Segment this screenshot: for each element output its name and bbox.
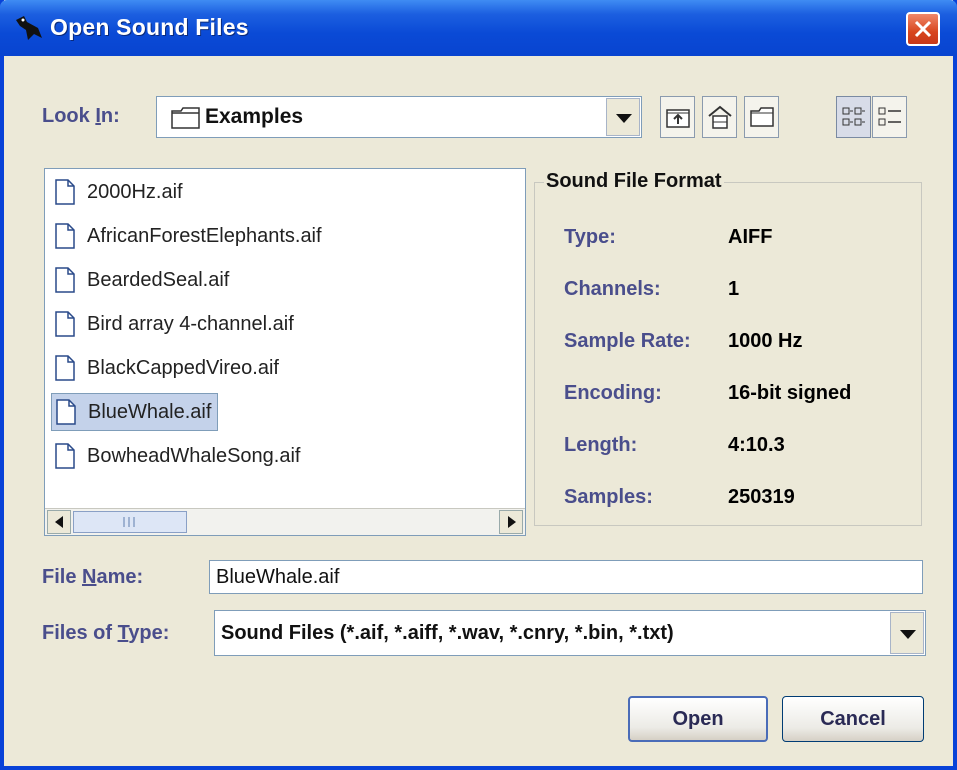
sound-file-format-title: Sound File Format — [544, 170, 724, 193]
look-in-value: Examples — [205, 105, 304, 128]
list-item[interactable]: AfricanForestElephants.aif — [51, 217, 328, 255]
grip-icon — [123, 517, 135, 527]
file-icon — [55, 311, 75, 337]
list-item[interactable]: BlackCappedVireo.aif — [51, 349, 285, 387]
close-icon — [914, 20, 932, 38]
list-item[interactable]: BeardedSeal.aif — [51, 261, 235, 299]
file-name: BowheadWhaleSong.aif — [87, 444, 301, 467]
folder-up-icon — [666, 109, 690, 128]
list-item[interactable]: BlueWhale.aif — [51, 393, 219, 431]
file-list[interactable]: 2000Hz.aif AfricanForestElephants.aif Bear… — [44, 168, 526, 536]
file-name: BeardedSeal.aif — [87, 268, 230, 291]
list-view-icon — [842, 107, 865, 126]
open-sound-files-dialog: Open Sound Files Look In: Examples 2000H… — [0, 0, 957, 770]
format-key: Encoding: — [564, 382, 662, 404]
scroll-left-button[interactable] — [47, 510, 71, 534]
format-key: Length: — [564, 434, 638, 456]
new-folder-button[interactable] — [744, 96, 779, 138]
file-name: AfricanForestElephants.aif — [87, 224, 322, 247]
file-icon — [55, 223, 75, 249]
file-icon — [55, 355, 75, 381]
file-name: BlueWhale.aif — [88, 400, 212, 423]
scroll-right-button[interactable] — [499, 510, 523, 534]
format-value: 1 — [728, 278, 740, 300]
format-value: AIFF — [728, 226, 773, 248]
files-of-type-value: Sound Files (*.aif, *.aiff, *.wav, *.cnr… — [221, 622, 674, 644]
cancel-button[interactable]: Cancel — [782, 696, 924, 742]
home-icon — [708, 105, 732, 129]
scroll-thumb[interactable] — [73, 511, 187, 533]
chevron-down-icon — [900, 630, 916, 639]
details-view-button[interactable] — [872, 96, 907, 138]
format-key: Channels: — [564, 278, 661, 300]
app-bird-icon — [16, 16, 42, 40]
look-in-dropdown-button[interactable] — [606, 98, 640, 136]
file-name-label: File Name: — [42, 566, 144, 588]
format-value: 16-bit signed — [728, 382, 852, 404]
chevron-down-icon — [616, 114, 632, 123]
home-button[interactable] — [702, 96, 737, 138]
title-bar[interactable]: Open Sound Files — [0, 0, 957, 56]
files-of-type-combo[interactable]: Sound Files (*.aif, *.aiff, *.wav, *.cnr… — [214, 610, 926, 656]
file-icon — [55, 267, 75, 293]
format-key: Type: — [564, 226, 616, 248]
file-icon — [56, 399, 76, 425]
look-in-combo[interactable]: Examples — [156, 96, 642, 138]
close-button[interactable] — [906, 12, 940, 46]
horizontal-scrollbar[interactable] — [45, 508, 525, 535]
list-item[interactable]: Bird array 4-channel.aif — [51, 305, 300, 343]
format-value: 1000 Hz — [728, 330, 803, 352]
up-one-level-button[interactable] — [660, 96, 695, 138]
file-icon — [55, 179, 75, 205]
format-value: 250319 — [728, 486, 795, 508]
details-view-icon — [878, 107, 901, 126]
window-title: Open Sound Files — [50, 14, 249, 40]
file-name-input[interactable] — [209, 560, 923, 594]
open-button[interactable]: Open — [628, 696, 768, 742]
list-view-button[interactable] — [836, 96, 871, 138]
new-folder-icon — [750, 107, 774, 127]
list-item[interactable]: BowheadWhaleSong.aif — [51, 437, 306, 475]
format-key: Sample Rate: — [564, 330, 691, 352]
list-item[interactable]: 2000Hz.aif — [51, 173, 189, 211]
format-value: 4:10.3 — [728, 434, 785, 456]
file-name: 2000Hz.aif — [87, 180, 183, 203]
arrow-left-icon — [55, 516, 63, 528]
files-of-type-label: Files of Type: — [42, 622, 170, 644]
format-key: Samples: — [564, 486, 653, 508]
folder-icon — [171, 107, 200, 129]
files-of-type-dropdown-button[interactable] — [890, 612, 924, 654]
look-in-label: Look In: — [42, 105, 120, 127]
arrow-right-icon — [508, 516, 516, 528]
file-name: BlackCappedVireo.aif — [87, 356, 279, 379]
file-name: Bird array 4-channel.aif — [87, 312, 294, 335]
file-icon — [55, 443, 75, 469]
